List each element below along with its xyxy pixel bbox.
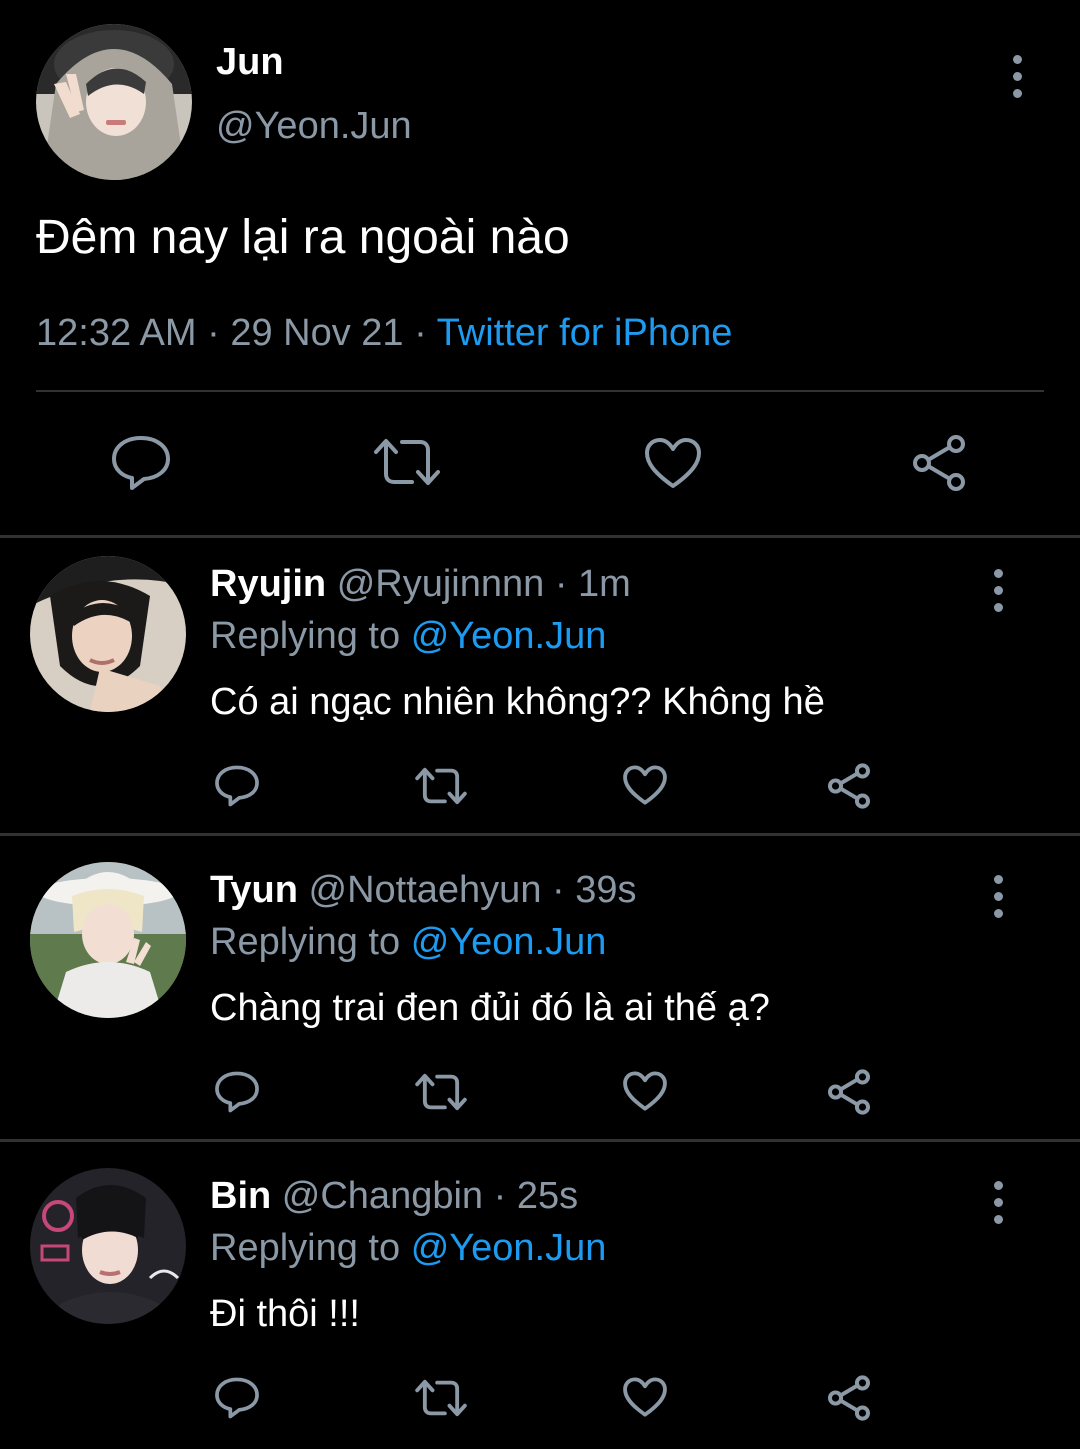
tweet-source-link[interactable]: Twitter for iPhone (437, 312, 733, 354)
more-options-icon[interactable] (997, 48, 1037, 104)
reply-avatar[interactable] (30, 862, 186, 1018)
reply-author-handle[interactable]: @Nottaehyun (309, 869, 542, 911)
reply-tweet[interactable]: Ryujin @Ryujinnnn · 1m Replying to @Yeon… (0, 538, 1080, 841)
reply-time: · 39s (552, 869, 637, 911)
more-options-icon[interactable] (978, 562, 1018, 618)
reply-icon[interactable] (214, 1376, 260, 1420)
replying-to-line: Replying to @Yeon.Jun (210, 1224, 606, 1272)
reply-author-name[interactable]: Bin (210, 1175, 271, 1217)
tweet-date: 29 Nov 21 (230, 312, 404, 354)
reply-header: Tyun @Nottaehyun · 39s (210, 866, 637, 914)
share-icon[interactable] (910, 434, 968, 492)
reply-author-handle[interactable]: @Changbin (282, 1175, 483, 1217)
tweet-meta: 12:32 AM · 29 Nov 21 · Twitter for iPhon… (36, 308, 732, 358)
reply-avatar[interactable] (30, 1168, 186, 1324)
replying-to-label: Replying to (210, 615, 401, 657)
replying-to-handle[interactable]: @Yeon.Jun (411, 1227, 607, 1269)
retweet-icon[interactable] (414, 1072, 468, 1112)
reply-icon[interactable] (214, 1070, 260, 1114)
like-icon[interactable] (622, 764, 668, 806)
reply-text: Chàng trai đen đủi đó là ai thế ạ? (210, 987, 770, 1029)
like-icon[interactable] (622, 1376, 668, 1418)
share-icon[interactable] (826, 1069, 872, 1115)
reply-tweet[interactable]: Bin @Changbin · 25s Replying to @Yeon.Ju… (0, 1150, 1080, 1449)
reply-author-handle[interactable]: @Ryujinnnn (337, 563, 545, 605)
replying-to-line: Replying to @Yeon.Jun (210, 612, 606, 660)
replying-to-handle[interactable]: @Yeon.Jun (411, 921, 607, 963)
reply-icon[interactable] (214, 764, 260, 808)
divider (36, 390, 1044, 392)
reply-icon[interactable] (110, 434, 172, 492)
more-options-icon[interactable] (978, 868, 1018, 924)
tweet-time: 12:32 AM (36, 312, 197, 354)
retweet-icon[interactable] (372, 436, 442, 488)
main-tweet: Jun @Yeon.Jun Đêm nay lại ra ngoài nào 1… (0, 0, 1080, 537)
reply-tweet[interactable]: Tyun @Nottaehyun · 39s Replying to @Yeon… (0, 844, 1080, 1147)
retweet-icon[interactable] (414, 766, 468, 806)
reply-avatar[interactable] (30, 556, 186, 712)
reply-time: · 1m (554, 563, 631, 605)
replying-to-label: Replying to (210, 921, 401, 963)
meta-separator: · (207, 312, 220, 354)
replying-to-line: Replying to @Yeon.Jun (210, 918, 606, 966)
replying-to-label: Replying to (210, 1227, 401, 1269)
share-icon[interactable] (826, 1375, 872, 1421)
reply-time: · 25s (493, 1175, 579, 1217)
share-icon[interactable] (826, 763, 872, 809)
replying-to-handle[interactable]: @Yeon.Jun (411, 615, 607, 657)
reply-text: Đi thôi !!! (210, 1293, 360, 1335)
more-options-icon[interactable] (978, 1174, 1018, 1230)
like-icon[interactable] (643, 436, 703, 490)
reply-header: Bin @Changbin · 25s (210, 1172, 578, 1220)
reply-author-name[interactable]: Tyun (210, 869, 298, 911)
author-avatar[interactable] (36, 24, 192, 180)
reply-text: Có ai ngạc nhiên không?? Không hề (210, 681, 825, 723)
divider (0, 1139, 1080, 1142)
author-name[interactable]: Jun (216, 40, 284, 84)
reply-header: Ryujin @Ryujinnnn · 1m (210, 560, 631, 608)
like-icon[interactable] (622, 1070, 668, 1112)
meta-separator: · (414, 312, 427, 354)
reply-author-name[interactable]: Ryujin (210, 563, 326, 605)
divider (0, 833, 1080, 836)
tweet-text: Đêm nay lại ra ngoài nào (36, 211, 570, 264)
author-handle[interactable]: @Yeon.Jun (216, 104, 412, 148)
retweet-icon[interactable] (414, 1378, 468, 1418)
